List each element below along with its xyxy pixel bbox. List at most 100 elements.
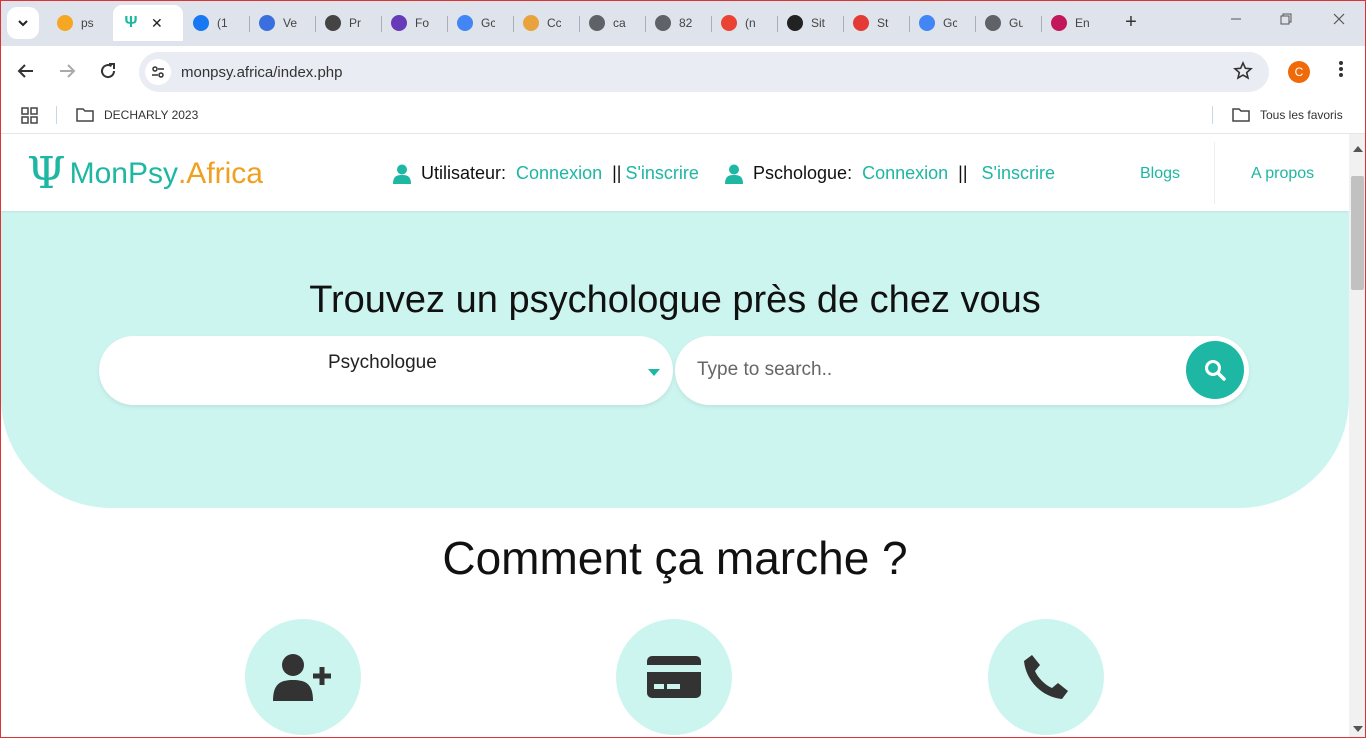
browser-tab[interactable]: Gc	[447, 5, 513, 41]
category-select[interactable]: Psychologue	[99, 336, 673, 405]
user-login-link[interactable]: Connexion	[516, 163, 602, 184]
close-tab-icon[interactable]: ✕	[151, 15, 163, 32]
browser-tab[interactable]: Gc	[909, 5, 975, 41]
address-bar[interactable]: monpsy.africa/index.php	[139, 52, 1269, 92]
hsu-icon	[853, 15, 869, 31]
tab-search-button[interactable]	[7, 7, 39, 39]
gmail-icon	[721, 15, 737, 31]
close-icon	[1333, 13, 1345, 25]
search-bar	[675, 336, 1249, 405]
browser-tab[interactable]: Gu	[975, 5, 1041, 41]
orange-circle-icon	[57, 15, 73, 31]
site-info-button[interactable]	[145, 59, 171, 85]
search-icon	[1205, 360, 1226, 381]
psy-signup-link[interactable]: S'inscrire	[982, 163, 1055, 184]
tab-list: ps Ψ ✕ (1 Ve Pr Fo Gc Cc ca 82 (n Sit St Gc Gu En	[47, 5, 1107, 41]
bookmark-star-button[interactable]	[1233, 61, 1253, 87]
browser-tab[interactable]: Ψ ✕	[113, 5, 183, 41]
codepen-icon	[787, 15, 803, 31]
category-select-value: Psychologue	[328, 352, 437, 373]
logo-text-monpsy: MonPsy	[69, 157, 178, 190]
scroll-up-arrow-icon[interactable]	[1353, 146, 1363, 152]
phone-icon	[1024, 655, 1068, 699]
all-bookmarks-label: Tous les favoris	[1260, 107, 1343, 122]
browser-tab[interactable]: En	[1041, 5, 1107, 41]
browser-tab[interactable]: St	[843, 5, 909, 41]
how-it-works-title: Comment ça marche ?	[442, 532, 908, 584]
bookmarks-bar: DECHARLY 2023 Tous les favoris	[0, 96, 1366, 134]
globe-icon	[589, 15, 605, 31]
tab-label: 82	[679, 16, 693, 30]
apps-button[interactable]	[21, 107, 38, 129]
tab-label: En	[1075, 16, 1089, 30]
user-icon	[725, 164, 743, 184]
bookmark-separator	[56, 106, 57, 124]
browser-tab[interactable]: Cc	[513, 5, 579, 41]
openai-icon	[325, 15, 341, 31]
tab-label: Sit	[811, 16, 825, 30]
search-button[interactable]	[1186, 341, 1244, 399]
user-auth-label: Utilisateur:	[421, 163, 507, 183]
bookmark-separator	[1212, 106, 1213, 124]
user-signup-link[interactable]: S'inscrire	[625, 163, 698, 184]
browser-tab[interactable]: ca	[579, 5, 645, 41]
tab-label: Gc	[943, 16, 957, 30]
tab-label: Ve	[283, 16, 297, 30]
more-vert-icon	[1339, 61, 1343, 77]
profile-avatar[interactable]: C	[1288, 61, 1310, 83]
logo-text-africa: .Africa	[177, 157, 263, 190]
new-tab-button[interactable]: +	[1120, 11, 1142, 33]
browser-toolbar: monpsy.africa/index.php C	[0, 46, 1366, 96]
psy-login-link[interactable]: Connexion	[862, 163, 948, 184]
scroll-thumb[interactable]	[1351, 176, 1364, 290]
facebook-icon	[193, 15, 209, 31]
tab-label: St	[877, 16, 889, 30]
browser-tab[interactable]: Fo	[381, 5, 447, 41]
restore-icon	[1280, 13, 1292, 25]
nav-blogs-link[interactable]: Blogs	[1140, 165, 1180, 183]
url-text[interactable]: monpsy.africa/index.php	[181, 64, 342, 81]
site-logo[interactable]: Ψ MonPsy .Africa	[27, 152, 263, 196]
browser-tab[interactable]: (1	[183, 5, 249, 41]
browser-menu-button[interactable]	[1334, 60, 1348, 78]
close-window-button[interactable]	[1329, 12, 1349, 30]
tab-label: Cc	[547, 16, 561, 30]
arrow-right-icon	[60, 64, 76, 78]
browser-tab[interactable]: ps	[47, 5, 113, 41]
reload-icon	[101, 63, 116, 79]
minimize-button[interactable]	[1226, 12, 1246, 30]
browser-tab[interactable]: 82	[645, 5, 711, 41]
forward-button[interactable]	[56, 60, 78, 82]
caret-down-icon	[648, 369, 660, 376]
user-auth-links: Utilisateur: Connexion || S'inscrire	[393, 163, 699, 184]
psy-auth-label: Pschologue:	[753, 163, 853, 183]
tab-label: (n	[745, 16, 756, 30]
browser-tab[interactable]: Sit	[777, 5, 843, 41]
hero-title: Trouvez un psychologue près de chez vous	[309, 279, 1041, 321]
restore-button[interactable]	[1276, 12, 1296, 30]
nav-divider	[1214, 142, 1215, 204]
bookmark-folder-decharly[interactable]: DECHARLY 2023	[76, 107, 198, 122]
user-icon	[393, 164, 411, 184]
page-scrollbar[interactable]	[1349, 134, 1366, 738]
web-page: Ψ MonPsy .Africa Utilisateur: Connexion …	[1, 134, 1349, 737]
psy-auth-links: Pschologue: Connexion || S'inscrire	[725, 163, 1055, 184]
credit-card-icon	[647, 656, 701, 698]
search-input[interactable]	[697, 353, 1157, 387]
browser-tab[interactable]: (n	[711, 5, 777, 41]
reload-button[interactable]	[97, 60, 119, 82]
user-auth-separator: ||	[612, 163, 622, 183]
browser-tab[interactable]: Ve	[249, 5, 315, 41]
globe-icon	[985, 15, 1001, 31]
all-bookmarks-button[interactable]: Tous les favoris	[1232, 107, 1343, 122]
tab-label: Gc	[481, 16, 495, 30]
browser-tab[interactable]: Pr	[315, 5, 381, 41]
back-button[interactable]	[15, 60, 37, 82]
scroll-down-arrow-icon[interactable]	[1353, 726, 1363, 732]
tab-label: ca	[613, 16, 626, 30]
globe-icon	[655, 15, 671, 31]
shield-icon	[523, 15, 539, 31]
minimize-icon	[1231, 18, 1241, 20]
nav-about-link[interactable]: A propos	[1251, 165, 1314, 183]
tab-label: Fo	[415, 16, 429, 30]
